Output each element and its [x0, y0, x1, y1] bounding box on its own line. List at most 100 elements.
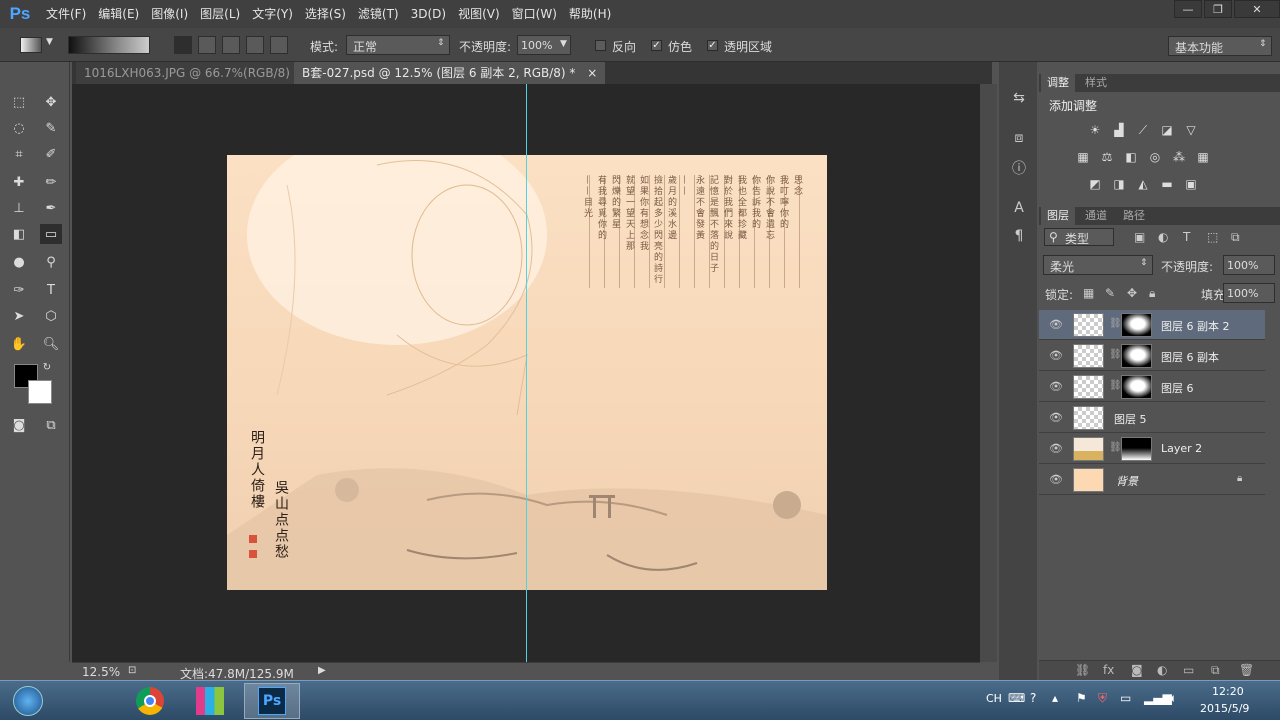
black-white-icon[interactable]: ◧	[1122, 149, 1140, 165]
reflected-gradient-icon[interactable]	[246, 36, 264, 54]
screen-mode-icon[interactable]: ⧉	[40, 415, 62, 435]
filter-adjustment-icon[interactable]: ◐	[1158, 230, 1168, 244]
layer-mask-thumbnail[interactable]	[1121, 375, 1152, 399]
document-canvas[interactable]: 思念 我叮嚀你的 你說不會遺忘 你告訴我的 我也全都珍藏 對於我們來說 記憶是飄…	[227, 155, 827, 590]
layer-row[interactable]: 👁︎ ⛓︎ Layer 2	[1039, 434, 1265, 464]
filter-shape-icon[interactable]: ⬚	[1207, 230, 1218, 244]
minimize-button[interactable]: —	[1174, 0, 1202, 18]
menu-select[interactable]: 选择(S)	[299, 0, 352, 28]
layer-mask-thumbnail[interactable]	[1121, 344, 1152, 368]
clone-stamp-icon[interactable]: ⊥	[8, 198, 30, 218]
zoom-tool-icon[interactable]: 🔍︎	[40, 334, 62, 354]
tab-adjustments[interactable]: 调整	[1041, 74, 1075, 92]
threshold-icon[interactable]: ◭	[1134, 176, 1152, 192]
filter-type-icon[interactable]: T	[1183, 230, 1190, 244]
eye-icon[interactable]: 👁︎	[1049, 411, 1063, 424]
selective-color-icon[interactable]: ▣	[1182, 176, 1200, 192]
hue-saturation-icon[interactable]: ▦	[1074, 149, 1092, 165]
vertical-scrollbar[interactable]	[980, 84, 997, 662]
curves-icon[interactable]: ⟋	[1134, 122, 1152, 138]
add-mask-icon[interactable]: ◙	[1131, 663, 1143, 677]
linear-gradient-icon[interactable]	[174, 36, 192, 54]
menu-image[interactable]: 图像(I)	[145, 0, 194, 28]
eraser-tool-icon[interactable]: ◧	[8, 224, 30, 244]
language-indicator[interactable]: CH	[986, 692, 1002, 705]
keyboard-icon[interactable]: ⌨	[1008, 691, 1025, 705]
layer-opacity-input[interactable]: 100%	[1223, 255, 1275, 275]
menu-filter[interactable]: 滤镜(T)	[352, 0, 405, 28]
info-panel-icon[interactable]: ⓘ	[1009, 158, 1029, 178]
tab-styles[interactable]: 样式	[1079, 74, 1113, 92]
chrome-icon[interactable]	[122, 683, 178, 719]
brush-tool-icon[interactable]: ✏	[40, 172, 62, 192]
history-brush-icon[interactable]: ✒	[40, 198, 62, 218]
marquee-tool-icon[interactable]: ⬚	[8, 92, 30, 112]
lock-all-icon[interactable]: 🔒︎	[1149, 286, 1155, 301]
lock-image-icon[interactable]: ✎	[1105, 286, 1115, 300]
eye-icon[interactable]: 👁︎	[1049, 473, 1063, 486]
gradient-tool-preset-icon[interactable]	[20, 37, 42, 53]
radial-gradient-icon[interactable]	[198, 36, 216, 54]
clock-time[interactable]: 12:20	[1212, 685, 1244, 698]
menu-layer[interactable]: 图层(L)	[194, 0, 246, 28]
layer-row[interactable]: 👁︎ ⛓︎ 图层 6	[1039, 372, 1265, 402]
exposure-icon[interactable]: ◪	[1158, 122, 1176, 138]
menu-window[interactable]: 窗口(W)	[506, 0, 563, 28]
move-tool-icon[interactable]: ✥	[40, 92, 62, 112]
lock-transparent-icon[interactable]: ▦	[1083, 286, 1094, 300]
volume-icon[interactable]: 🔈︎	[1170, 691, 1177, 706]
layer-row[interactable]: 👁︎ ⛓︎ 图层 6 副本	[1039, 341, 1265, 371]
healing-brush-icon[interactable]: ✚	[8, 172, 30, 192]
brightness-icon[interactable]: ☀	[1086, 122, 1104, 138]
blend-mode-select[interactable]: 柔光 ⇕	[1043, 255, 1153, 275]
guide-line[interactable]	[526, 84, 527, 662]
type-tool-icon[interactable]: T	[40, 280, 62, 300]
new-layer-icon[interactable]: ⧉	[1211, 663, 1220, 678]
menu-edit[interactable]: 编辑(E)	[92, 0, 145, 28]
eye-icon[interactable]: 👁︎	[1049, 442, 1063, 455]
eyedropper-tool-icon[interactable]: ✐	[40, 144, 62, 164]
diamond-gradient-icon[interactable]	[270, 36, 288, 54]
tab-layers[interactable]: 图层	[1041, 207, 1075, 225]
quick-select-tool-icon[interactable]: ✎	[40, 118, 62, 138]
3d-panel-icon[interactable]: ⧈	[1009, 128, 1029, 148]
layer-filter-select[interactable]: ⚲ 类型	[1044, 228, 1114, 246]
tab-paths[interactable]: 路径	[1117, 207, 1151, 225]
clock-date[interactable]: 2015/5/9	[1200, 702, 1249, 715]
layer-row[interactable]: 👁︎ 图层 5	[1039, 403, 1265, 433]
trash-icon[interactable]: 🗑︎	[1239, 663, 1254, 677]
menu-help[interactable]: 帮助(H)	[563, 0, 617, 28]
history-panel-icon[interactable]: ⇆	[1009, 88, 1029, 108]
blur-tool-icon[interactable]: ●	[8, 252, 30, 272]
layer-row[interactable]: 👁︎ 背景 🔒︎	[1039, 465, 1265, 495]
dodge-tool-icon[interactable]: ⚲	[40, 252, 62, 272]
filter-image-icon[interactable]: ▣	[1134, 230, 1145, 244]
character-panel-icon[interactable]: A	[1009, 198, 1029, 218]
photoshop-taskbar-icon[interactable]: Ps	[244, 683, 300, 719]
zoom-level[interactable]: 12.5%	[82, 665, 120, 679]
tray-expand-icon[interactable]: ▴	[1052, 691, 1058, 705]
menu-file[interactable]: 文件(F)	[40, 0, 92, 28]
layer-mask-thumbnail[interactable]	[1121, 437, 1152, 461]
quick-mask-icon[interactable]: ◙	[8, 415, 30, 435]
security-icon[interactable]: ⛨	[1098, 691, 1107, 706]
color-balance-icon[interactable]: ⚖	[1098, 149, 1116, 165]
angle-gradient-icon[interactable]	[222, 36, 240, 54]
eye-icon[interactable]: 👁︎	[1049, 318, 1063, 331]
close-icon[interactable]: ×	[587, 66, 597, 80]
gradient-picker[interactable]	[68, 36, 150, 54]
close-button[interactable]: ✕	[1234, 0, 1280, 18]
export-icon[interactable]: ⊡	[128, 665, 136, 676]
start-button[interactable]	[0, 683, 56, 719]
fill-input[interactable]: 100%	[1223, 283, 1275, 303]
link-layers-icon[interactable]: ⛓︎	[1075, 663, 1090, 677]
transparency-checkbox[interactable]: ✓	[707, 40, 718, 51]
gradient-map-icon[interactable]: ▬	[1158, 176, 1176, 192]
shape-tool-icon[interactable]: ⬡	[40, 306, 62, 326]
eye-icon[interactable]: 👁︎	[1049, 349, 1063, 362]
channel-mixer-icon[interactable]: ⁂	[1170, 149, 1188, 165]
restore-button[interactable]: ❐	[1204, 0, 1232, 18]
dither-checkbox[interactable]: ✓	[651, 40, 662, 51]
color-lookup-icon[interactable]: ▦	[1194, 149, 1212, 165]
chevron-down-icon[interactable]: ▼	[46, 37, 53, 47]
